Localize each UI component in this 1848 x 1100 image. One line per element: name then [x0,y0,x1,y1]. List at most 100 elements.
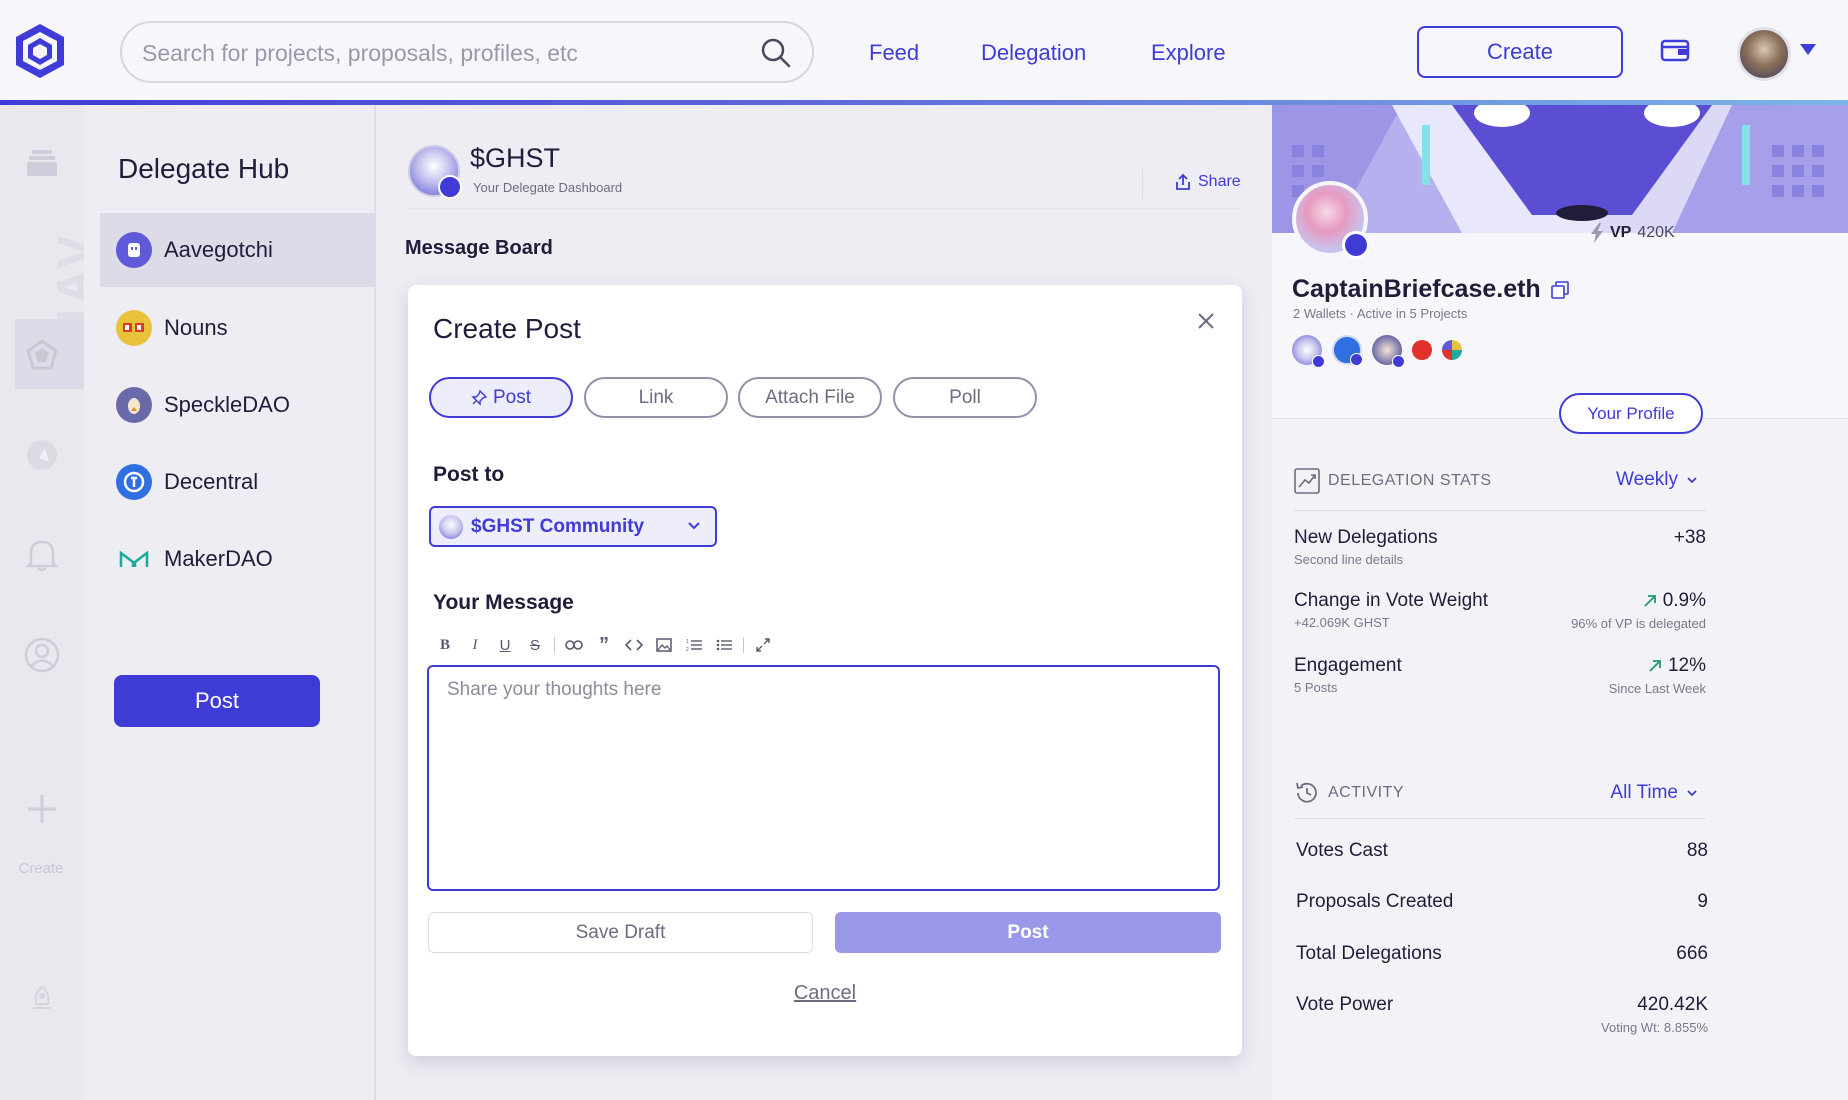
delegation-period-dropdown[interactable]: Weekly [1616,469,1698,491]
save-draft-button[interactable]: Save Draft [428,912,813,953]
numbered-list-icon[interactable]: 12 [679,634,709,656]
hub-item-speckledao[interactable]: SpeckleDAO [100,368,376,442]
code-icon[interactable] [619,634,649,656]
hub-item-nouns[interactable]: Nouns [100,291,376,365]
chart-trend-icon [1294,468,1320,494]
speckledao-icon[interactable] [1372,335,1405,368]
optimism-icon[interactable] [1412,340,1432,360]
activity-name: Votes Cast [1296,840,1388,861]
underline-icon[interactable]: U [490,634,520,656]
profile-avatar [1292,181,1370,259]
nav-explore-link[interactable]: Explore [1151,40,1226,66]
post-to-select[interactable]: $GHST Community [429,506,717,547]
strikethrough-icon[interactable]: S [520,634,550,656]
stack-icon [27,150,57,176]
expand-icon[interactable] [748,634,778,656]
hub-item-label: Nouns [164,315,228,340]
tab-attach-file[interactable]: Attach File [738,377,882,418]
stat-row-vote-weight: Change in Vote Weight +42.069K GHST 0.9%… [1294,590,1706,631]
activity-period-dropdown[interactable]: All Time [1610,782,1698,804]
hub-item-aavegotchi[interactable]: Aavegotchi [100,213,376,287]
hub-post-button[interactable]: Post [114,675,320,727]
cancel-link[interactable]: Cancel [794,982,856,1004]
hub-item-decentral[interactable]: Decentral [100,445,376,519]
rail-item-create[interactable] [14,781,70,837]
image-icon[interactable] [649,634,679,656]
share-label: Share [1198,173,1241,190]
trend-up-icon [1644,595,1656,607]
stat-value-text: 0.9% [1662,590,1706,611]
rail-item-explore[interactable] [14,427,70,483]
message-input[interactable] [447,679,1197,869]
quote-icon[interactable]: ” [589,634,619,656]
tab-post[interactable]: Post [429,377,573,418]
plus-icon [28,795,56,823]
delegation-stats-title: DELEGATION STATS [1328,472,1492,489]
aavegotchi-icon [116,232,152,268]
nav-delegation-link[interactable]: Delegation [981,40,1086,66]
bell-icon [25,540,59,572]
dao-name: $GHST [470,143,561,173]
activity-name: Proposals Created [1296,891,1454,912]
close-icon[interactable] [1194,309,1218,333]
share-icon [1176,173,1190,190]
toolbar-divider [743,637,744,653]
nav-feed-link[interactable]: Feed [869,40,919,66]
your-profile-button[interactable]: Your Profile [1559,393,1703,434]
share-button[interactable]: Share [1174,173,1241,191]
submit-post-button[interactable]: Post [835,912,1221,953]
activity-value: 666 [1676,943,1708,964]
rail-item-profile[interactable] [14,627,70,683]
profile-name: CaptainBriefcase.eth [1292,275,1569,304]
chevron-down-icon [1687,477,1697,484]
trend-up-icon [1649,660,1661,672]
wallet-icon[interactable] [1660,36,1690,64]
aavegotchi-icon[interactable] [1292,335,1325,368]
create-button[interactable]: Create [1417,26,1623,78]
chevron-down-icon[interactable] [1800,44,1816,55]
svg-text:1: 1 [686,639,689,645]
search-icon[interactable] [760,37,792,69]
italic-icon[interactable]: I [460,634,490,656]
rail-item-stack[interactable] [14,135,70,191]
post-to-label: Post to [433,463,505,486]
user-circle-icon [24,637,60,673]
bullet-list-icon[interactable] [709,634,739,656]
chevron-down-icon [688,522,700,530]
stat-value: 0.9% [1643,590,1706,612]
app-logo-icon[interactable] [14,22,66,80]
user-avatar[interactable] [1737,27,1791,81]
divider [1294,510,1706,511]
gitcoin-icon[interactable] [1442,340,1462,360]
bold-icon[interactable]: B [430,634,460,656]
profile-dao-list [1292,335,1462,368]
divider [406,208,1240,209]
profile-panel: VP 420K CaptainBriefcase.eth 2 Wallets ·… [1272,105,1848,1100]
search-input[interactable] [142,35,742,71]
link-icon[interactable] [559,634,589,656]
message-editor [427,665,1220,891]
divider [1294,818,1706,819]
modal-title: Create Post [433,313,581,344]
stat-name: New Delegations [1294,527,1438,548]
activity-header: ACTIVITY [1294,780,1404,806]
hub-item-makerdao[interactable]: MakerDAO [100,522,376,596]
rail-item-wallet[interactable] [14,1083,70,1100]
stat-value-text: +38 [1673,527,1706,548]
tab-link[interactable]: Link [584,377,728,418]
dao-avatar [408,145,462,199]
rail-item-delegation[interactable] [14,327,70,383]
rail-item-rocket[interactable] [14,971,70,1027]
tab-label: Post [492,386,532,408]
hub-item-label: MakerDAO [164,546,273,571]
stat-right-sub: 96% of VP is delegated [1571,616,1706,631]
decentral-icon[interactable] [1332,335,1363,366]
rail-item-notifications[interactable] [14,527,70,583]
search-bar [120,21,814,83]
tab-poll[interactable]: Poll [893,377,1037,418]
copy-icon[interactable] [1550,280,1569,299]
speckledao-icon [116,387,152,423]
period-value: Weekly [1616,469,1678,490]
vp-value: 420K [1637,224,1675,241]
your-message-label: Your Message [433,591,574,614]
